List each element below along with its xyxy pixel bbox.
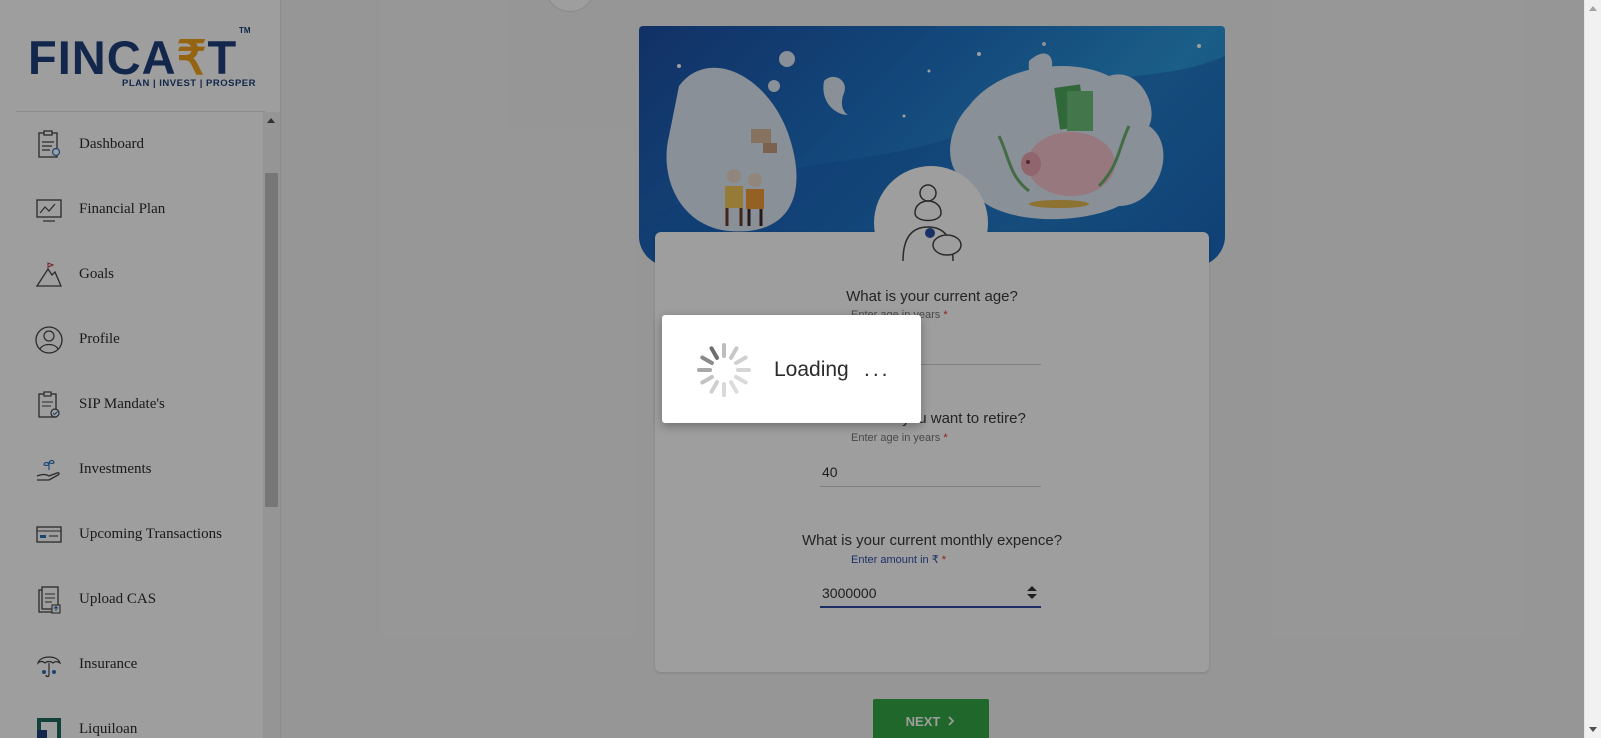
- loading-text: Loading: [774, 358, 849, 381]
- loading-spinner-icon: [697, 343, 751, 397]
- page-scroll-up-icon[interactable]: [1589, 6, 1597, 11]
- loading-dialog: Loading ...: [662, 315, 921, 423]
- page-scroll-down-icon[interactable]: [1589, 727, 1597, 732]
- loading-dots: ...: [864, 358, 891, 381]
- page-scrollbar[interactable]: [1584, 0, 1601, 738]
